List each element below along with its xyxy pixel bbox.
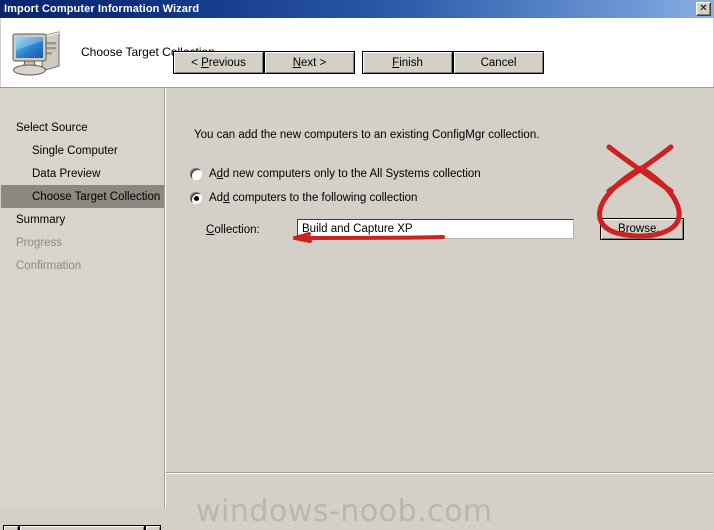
next-button[interactable]: Next > bbox=[264, 51, 355, 74]
sidebar-item-label: Choose Target Collection bbox=[32, 190, 161, 203]
close-icon[interactable]: ✕ bbox=[696, 2, 711, 16]
collection-label: Collection: bbox=[206, 224, 260, 236]
sidebar-item-progress: Progress bbox=[1, 231, 165, 254]
previous-button[interactable]: < Previous bbox=[173, 51, 264, 74]
radio-all-systems-label: Add new computers only to the All System… bbox=[209, 168, 481, 180]
wizard-footer bbox=[166, 474, 713, 530]
radio-all-systems-indicator[interactable] bbox=[190, 168, 202, 180]
wizard-steps-list: Select Source Single Computer Data Preview… bbox=[1, 116, 165, 277]
scroll-right-icon[interactable]: ► bbox=[145, 524, 161, 530]
computer-icon bbox=[9, 26, 67, 79]
sidebar-item-confirmation: Confirmation bbox=[1, 254, 165, 277]
sidebar-item-label: Data Preview bbox=[32, 167, 101, 180]
horizontal-scrollbar[interactable]: ◄ ► bbox=[3, 524, 161, 530]
sidebar-item-label: Summary bbox=[16, 213, 66, 226]
sidebar-item-label: Confirmation bbox=[16, 259, 82, 272]
wizard-header: Choose Target Collection bbox=[1, 18, 713, 87]
sidebar-item-summary[interactable]: Summary bbox=[1, 208, 165, 231]
radio-all-systems[interactable]: Add new computers only to the All System… bbox=[190, 168, 481, 180]
main-content: You can add the new computers to an exis… bbox=[166, 88, 713, 472]
finish-button[interactable]: Finish bbox=[362, 51, 453, 74]
title-bar-buttons: ✕ bbox=[696, 2, 711, 16]
title-bar: Import Computer Information Wizard ✕ bbox=[0, 0, 714, 18]
radio-following-collection[interactable]: Add computers to the following collectio… bbox=[190, 192, 417, 204]
window-title: Import Computer Information Wizard bbox=[4, 3, 200, 15]
scroll-left-icon[interactable]: ◄ bbox=[3, 524, 19, 530]
sidebar-item-data-preview[interactable]: Data Preview bbox=[1, 162, 165, 185]
radio-following-collection-indicator[interactable] bbox=[190, 192, 202, 204]
intro-text: You can add the new computers to an exis… bbox=[194, 129, 540, 141]
wizard-window: Import Computer Information Wizard ✕ Cho… bbox=[0, 0, 714, 530]
sidebar-item-label: Select Source bbox=[16, 121, 88, 134]
sidebar-item-select-source[interactable]: Select Source bbox=[1, 116, 165, 139]
collection-input[interactable] bbox=[297, 219, 574, 239]
browse-button[interactable]: Browse... bbox=[600, 218, 684, 240]
wizard-steps-sidebar: Select Source Single Computer Data Preview… bbox=[1, 88, 165, 508]
radio-following-collection-label: Add computers to the following collectio… bbox=[209, 192, 418, 204]
cancel-button[interactable]: Cancel bbox=[453, 51, 544, 74]
sidebar-item-label: Progress bbox=[16, 236, 63, 249]
sidebar-item-choose-target-collection[interactable]: Choose Target Collection bbox=[1, 185, 165, 208]
scrollbar-thumb[interactable] bbox=[19, 524, 145, 530]
scrollbar-track[interactable] bbox=[19, 524, 145, 530]
sidebar-item-single-computer[interactable]: Single Computer bbox=[1, 139, 165, 162]
sidebar-item-label: Single Computer bbox=[32, 144, 118, 157]
window-body: Choose Target Collection Select Source Si… bbox=[0, 18, 714, 530]
